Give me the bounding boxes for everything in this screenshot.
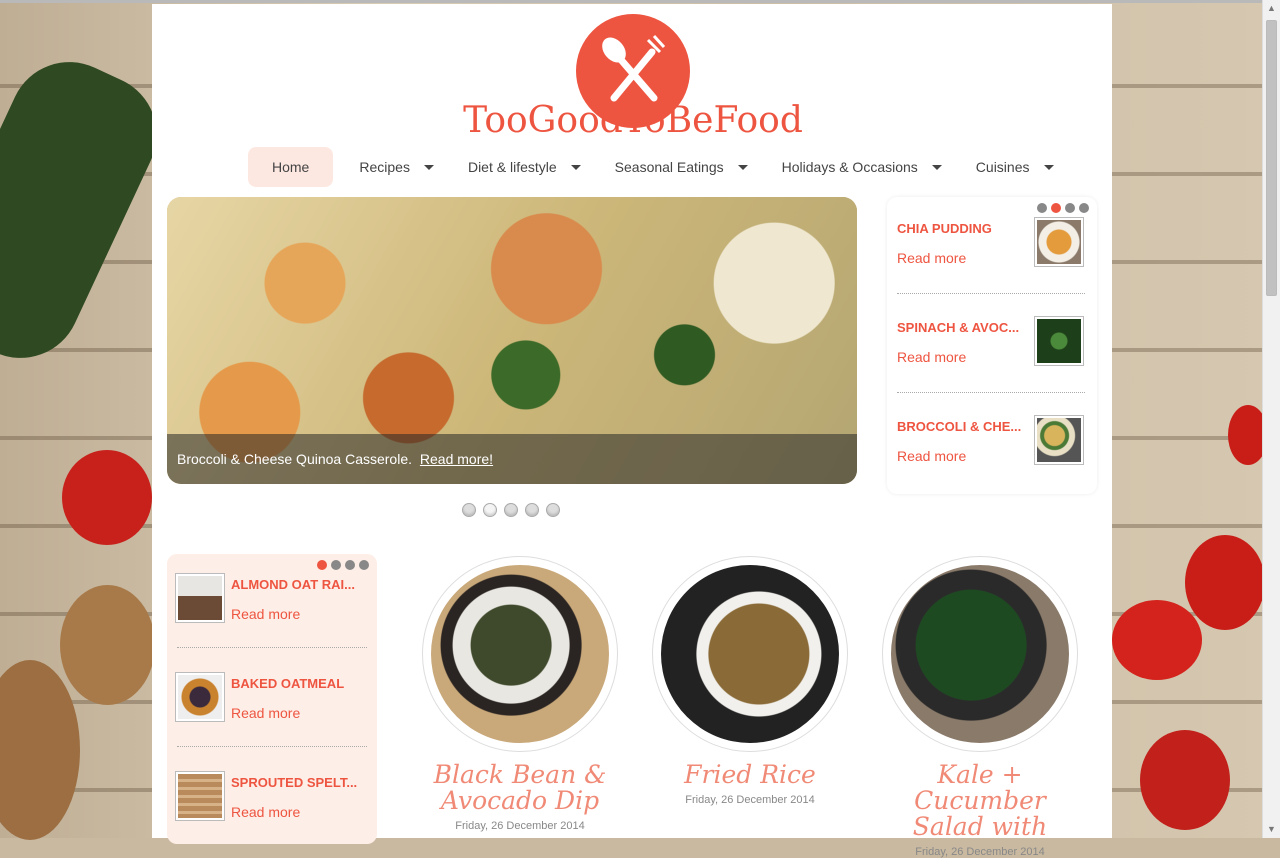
side-item-read-more[interactable]: Read more bbox=[897, 250, 992, 266]
recipe-image[interactable] bbox=[882, 556, 1078, 752]
slider-dot[interactable] bbox=[462, 503, 476, 517]
recipe-card[interactable]: Fried Rice Friday, 26 December 2014 bbox=[650, 556, 850, 806]
recipe-date: Friday, 26 December 2014 bbox=[915, 846, 1045, 858]
slider-dot[interactable] bbox=[546, 503, 560, 517]
slider-pagination bbox=[462, 503, 560, 517]
slide-caption: Broccoli & Cheese Quinoa Casserole. Read… bbox=[167, 434, 857, 484]
page-scrollbar[interactable]: ▲ ▼ bbox=[1262, 0, 1280, 838]
recipe-title[interactable]: Kale + Cucumber Salad with bbox=[880, 762, 1080, 840]
potato-image bbox=[60, 585, 155, 705]
left-item-read-more[interactable]: Read more bbox=[231, 804, 357, 820]
side-list-item: CHIA PUDDING Read more bbox=[897, 221, 992, 266]
tomato-image-right bbox=[1185, 535, 1265, 630]
recipe-card[interactable]: Black Bean & Avocado Dip Friday, 26 Dece… bbox=[420, 556, 620, 832]
nav-seasonal-label: Seasonal Eatings bbox=[614, 159, 724, 175]
nav-holidays-occasions[interactable]: Holidays & Occasions bbox=[770, 147, 962, 187]
left-item-read-more[interactable]: Read more bbox=[231, 606, 355, 622]
side-item-thumbnail[interactable] bbox=[1034, 316, 1084, 366]
chevron-down-icon bbox=[570, 164, 581, 170]
divider bbox=[177, 746, 367, 747]
side-item-title[interactable]: CHIA PUDDING bbox=[897, 221, 992, 236]
left-item-thumbnail[interactable] bbox=[175, 771, 225, 821]
nav-recipes[interactable]: Recipes bbox=[347, 147, 454, 187]
side-item-read-more[interactable]: Read more bbox=[897, 448, 1021, 464]
nav-cuisines[interactable]: Cuisines bbox=[964, 147, 1074, 187]
divider bbox=[897, 392, 1085, 393]
chevron-down-icon bbox=[931, 164, 942, 170]
slide-caption-text: Broccoli & Cheese Quinoa Casserole. bbox=[177, 451, 413, 467]
left-dot[interactable] bbox=[359, 560, 369, 570]
nav-cuisines-label: Cuisines bbox=[975, 159, 1030, 175]
left-item-read-more[interactable]: Read more bbox=[231, 705, 344, 721]
left-item-title[interactable]: BAKED OATMEAL bbox=[231, 676, 344, 691]
side-item-title[interactable]: SPINACH & AVOC... bbox=[897, 320, 1019, 335]
left-item-title[interactable]: ALMOND OAT RAI... bbox=[231, 577, 355, 592]
recipe-title[interactable]: Black Bean & Avocado Dip bbox=[420, 762, 620, 814]
recipe-card[interactable]: Kale + Cucumber Salad with Friday, 26 De… bbox=[880, 556, 1080, 858]
tomato-image-right-3 bbox=[1140, 730, 1230, 830]
nav-diet-lifestyle[interactable]: Diet & lifestyle bbox=[456, 147, 601, 187]
scroll-up-icon[interactable]: ▲ bbox=[1263, 0, 1280, 17]
side-list-item: SPINACH & AVOC... Read more bbox=[897, 320, 1019, 365]
side-item-thumbnail[interactable] bbox=[1034, 217, 1084, 267]
side-dot-active[interactable] bbox=[1051, 203, 1061, 213]
site-name[interactable]: TooGoodToBeFood bbox=[452, 100, 814, 141]
scroll-thumb[interactable] bbox=[1266, 20, 1277, 296]
chevron-down-icon bbox=[423, 164, 434, 170]
left-item-thumbnail[interactable] bbox=[175, 573, 225, 623]
left-item-thumbnail[interactable] bbox=[175, 672, 225, 722]
recent-recipes-box: ALMOND OAT RAI... Read more BAKED OATMEA… bbox=[167, 554, 377, 844]
side-item-read-more[interactable]: Read more bbox=[897, 349, 1019, 365]
side-item-thumbnail[interactable] bbox=[1034, 415, 1084, 465]
nav-home-label: Home bbox=[272, 159, 310, 175]
chevron-down-icon bbox=[1043, 164, 1054, 170]
chevron-down-icon bbox=[737, 164, 748, 170]
left-list-item: BAKED OATMEAL Read more bbox=[231, 676, 344, 721]
recipe-date: Friday, 26 December 2014 bbox=[455, 820, 585, 832]
side-box-pagination bbox=[1037, 203, 1089, 213]
left-dot[interactable] bbox=[345, 560, 355, 570]
side-item-title[interactable]: BROCCOLI & CHE... bbox=[897, 419, 1021, 434]
slide-read-more-link[interactable]: Read more! bbox=[420, 451, 493, 467]
side-recipe-box: CHIA PUDDING Read more SPINACH & AVOC...… bbox=[887, 197, 1097, 494]
tomato-image-right-2 bbox=[1112, 600, 1202, 680]
tomato-image bbox=[62, 450, 152, 545]
side-dot[interactable] bbox=[1037, 203, 1047, 213]
left-dot-active[interactable] bbox=[317, 560, 327, 570]
nav-recipes-label: Recipes bbox=[359, 159, 410, 175]
side-dot[interactable] bbox=[1079, 203, 1089, 213]
recipe-image[interactable] bbox=[652, 556, 848, 752]
slider-dot[interactable] bbox=[525, 503, 539, 517]
browser-top-border bbox=[0, 0, 1280, 3]
left-box-pagination bbox=[317, 560, 369, 570]
side-dot[interactable] bbox=[1065, 203, 1075, 213]
recipe-date: Friday, 26 December 2014 bbox=[685, 794, 815, 806]
page-container: TooGoodToBeFood Home Recipes Diet & life… bbox=[152, 4, 1112, 858]
nav-holidays-label: Holidays & Occasions bbox=[781, 159, 918, 175]
slider-dot-active[interactable] bbox=[483, 503, 497, 517]
featured-slider[interactable]: Broccoli & Cheese Quinoa Casserole. Read… bbox=[167, 197, 857, 484]
divider bbox=[177, 647, 367, 648]
left-dot[interactable] bbox=[331, 560, 341, 570]
main-nav: Home Recipes Diet & lifestyle Seasonal E… bbox=[248, 146, 1076, 188]
divider bbox=[897, 293, 1085, 294]
recipe-title[interactable]: Fried Rice bbox=[650, 762, 850, 788]
recipe-image[interactable] bbox=[422, 556, 618, 752]
slider-dot[interactable] bbox=[504, 503, 518, 517]
nav-seasonal-eatings[interactable]: Seasonal Eatings bbox=[603, 147, 768, 187]
left-list-item: ALMOND OAT RAI... Read more bbox=[231, 577, 355, 622]
side-list-item: BROCCOLI & CHE... Read more bbox=[897, 419, 1021, 464]
nav-home[interactable]: Home bbox=[248, 147, 334, 187]
left-item-title[interactable]: SPROUTED SPELT... bbox=[231, 775, 357, 790]
scroll-down-icon[interactable]: ▼ bbox=[1263, 821, 1280, 838]
left-list-item: SPROUTED SPELT... Read more bbox=[231, 775, 357, 820]
nav-diet-label: Diet & lifestyle bbox=[467, 159, 557, 175]
